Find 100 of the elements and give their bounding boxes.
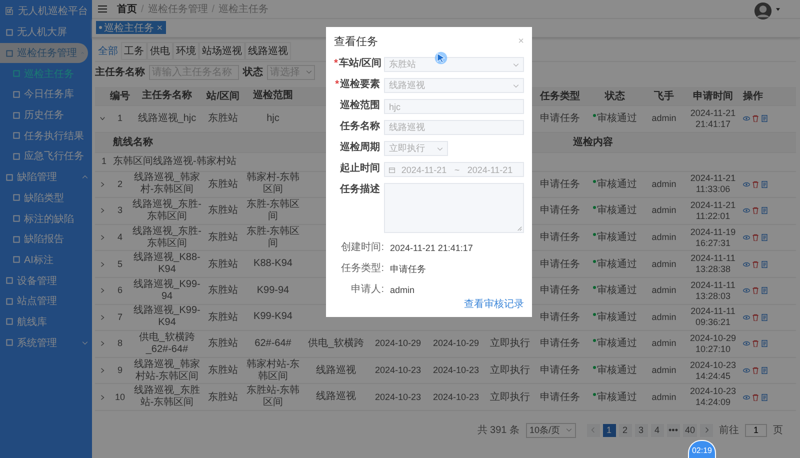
open-tab[interactable]: 巡检主任务 × [96, 21, 166, 34]
date-range-field[interactable]: 2024-11-21 ~ 2024-11-21 [384, 162, 524, 177]
sidebar-item[interactable]: 航线库 [0, 312, 92, 332]
close-button[interactable]: × [518, 36, 524, 46]
menu-icon[interactable] [98, 5, 107, 13]
input-field[interactable]: hjc [384, 99, 524, 114]
info-value: 2024-11-21 21:41:17 [390, 242, 473, 254]
view-icon[interactable] [743, 180, 750, 188]
sidebar-item[interactable]: 站点管理 [0, 290, 92, 312]
sidebar-item[interactable]: 缺陷类型 [0, 188, 92, 208]
sidebar-item[interactable]: 任务执行结果 [0, 125, 92, 146]
breadcrumb-item[interactable]: 首页 [117, 2, 137, 16]
delete-icon[interactable] [752, 234, 759, 242]
delete-icon[interactable] [752, 340, 759, 348]
view-icon[interactable] [743, 287, 750, 294]
delete-icon[interactable] [752, 367, 759, 374]
sidebar-item[interactable]: AI标注 [0, 250, 92, 270]
table-cell: 2024-10-23 [432, 365, 480, 376]
view-icon[interactable] [743, 314, 750, 321]
select-field[interactable]: 东胜站 [384, 57, 524, 72]
page-button[interactable]: 2 [618, 424, 632, 437]
previous-page-button[interactable] [586, 424, 600, 437]
category-tab[interactable]: 环境 [173, 42, 199, 60]
expand-chevron-icon[interactable] [100, 394, 104, 400]
expand-chevron-icon[interactable] [100, 288, 104, 294]
expand-chevron-icon[interactable] [100, 314, 104, 320]
view-icon[interactable] [743, 340, 750, 348]
breadcrumb-item[interactable]: 巡检任务管理 [148, 2, 208, 16]
sidebar-item[interactable]: 系统管理 [0, 332, 92, 353]
table-cell: 立即执行 [490, 338, 530, 350]
page-input-field[interactable]: 1 [745, 424, 767, 437]
page-size-select[interactable]: 10条/页 [526, 422, 576, 438]
table-cell: 线路巡视 [316, 391, 356, 402]
view-icon[interactable] [743, 207, 750, 214]
sidebar-item[interactable]: 缺陷管理 [0, 166, 92, 188]
document-icon[interactable] [761, 180, 768, 188]
delete-icon[interactable] [752, 180, 759, 188]
column-header: 编号 [109, 90, 131, 102]
view-icon[interactable] [743, 234, 750, 242]
next-page-button[interactable] [700, 424, 713, 437]
filter-label: 状态 [243, 66, 263, 79]
document-icon[interactable] [761, 394, 768, 401]
expand-chevron-icon[interactable] [100, 116, 104, 122]
document-icon[interactable] [761, 115, 768, 122]
page-button[interactable]: 3 [634, 424, 648, 437]
delete-icon[interactable] [752, 314, 759, 321]
audit-record-link[interactable]: 查看审核记录 [464, 299, 524, 310]
document-icon[interactable] [761, 287, 768, 294]
expand-chevron-icon[interactable] [100, 262, 104, 267]
view-icon[interactable] [743, 367, 750, 374]
expand-chevron-icon[interactable] [100, 341, 104, 346]
category-tab[interactable]: 线路巡视 [245, 42, 291, 60]
page-button[interactable]: ••• [666, 424, 680, 437]
page-button[interactable]: 4 [650, 424, 664, 437]
document-icon[interactable] [761, 207, 768, 214]
document-icon[interactable] [761, 314, 768, 321]
category-tab[interactable]: 工务 [121, 42, 147, 60]
category-tab[interactable]: 供电 [147, 42, 173, 60]
input-field[interactable]: 线路巡视 [384, 120, 524, 135]
square-icon [13, 236, 20, 243]
page-button[interactable]: 40 [682, 424, 697, 437]
document-icon[interactable] [761, 340, 768, 348]
expand-chevron-icon[interactable] [100, 208, 104, 214]
column-header: 航线名称 [113, 136, 154, 148]
document-icon[interactable] [761, 260, 768, 268]
delete-icon[interactable] [752, 394, 759, 401]
view-icon[interactable] [743, 115, 750, 122]
chevron-icon [306, 70, 312, 74]
sidebar-item[interactable]: 缺陷报告 [0, 228, 92, 250]
expand-chevron-icon[interactable] [100, 235, 104, 240]
delete-icon[interactable] [752, 260, 759, 268]
sidebar-item[interactable]: 应急飞行任务 [0, 146, 92, 167]
sidebar-item[interactable]: 设备管理 [0, 270, 92, 291]
delete-icon[interactable] [752, 207, 759, 214]
avatar-icon[interactable] [754, 2, 772, 20]
page-button[interactable]: 1 [602, 424, 616, 437]
column-header: 操作 [743, 90, 764, 102]
caret-icon[interactable] [776, 8, 780, 10]
view-icon[interactable] [743, 394, 750, 401]
sidebar-item[interactable]: 标注的缺陷 [0, 208, 92, 229]
expand-chevron-icon[interactable] [100, 182, 104, 187]
table-cell-text: 2024-11-11 09:36:21 [690, 306, 736, 328]
sidebar-item[interactable]: 巡检任务管理 [0, 42, 88, 64]
square-icon [13, 194, 20, 202]
sidebar-item[interactable]: 无人机大屏 [0, 22, 92, 43]
sidebar-item[interactable]: 历史任务 [0, 104, 92, 126]
view-icon[interactable] [743, 260, 750, 268]
delete-icon[interactable] [752, 115, 759, 122]
sidebar-item[interactable]: 今日任务库 [0, 84, 92, 105]
table-cell-text: 韩家村-东韩区间 [245, 172, 301, 196]
category-tab[interactable]: 站场巡视 [199, 42, 245, 60]
document-icon[interactable] [761, 234, 768, 242]
document-icon[interactable] [761, 367, 768, 374]
chevron-icon [82, 340, 88, 345]
delete-icon[interactable] [752, 287, 759, 294]
table-cell: 线路巡视 [316, 364, 356, 376]
breadcrumb-item[interactable]: 巡检主任务 [218, 2, 269, 16]
select-field[interactable]: 线路巡视 [384, 78, 524, 93]
expand-chevron-icon[interactable] [100, 368, 104, 374]
select-field[interactable]: 立即执行 [384, 141, 448, 156]
